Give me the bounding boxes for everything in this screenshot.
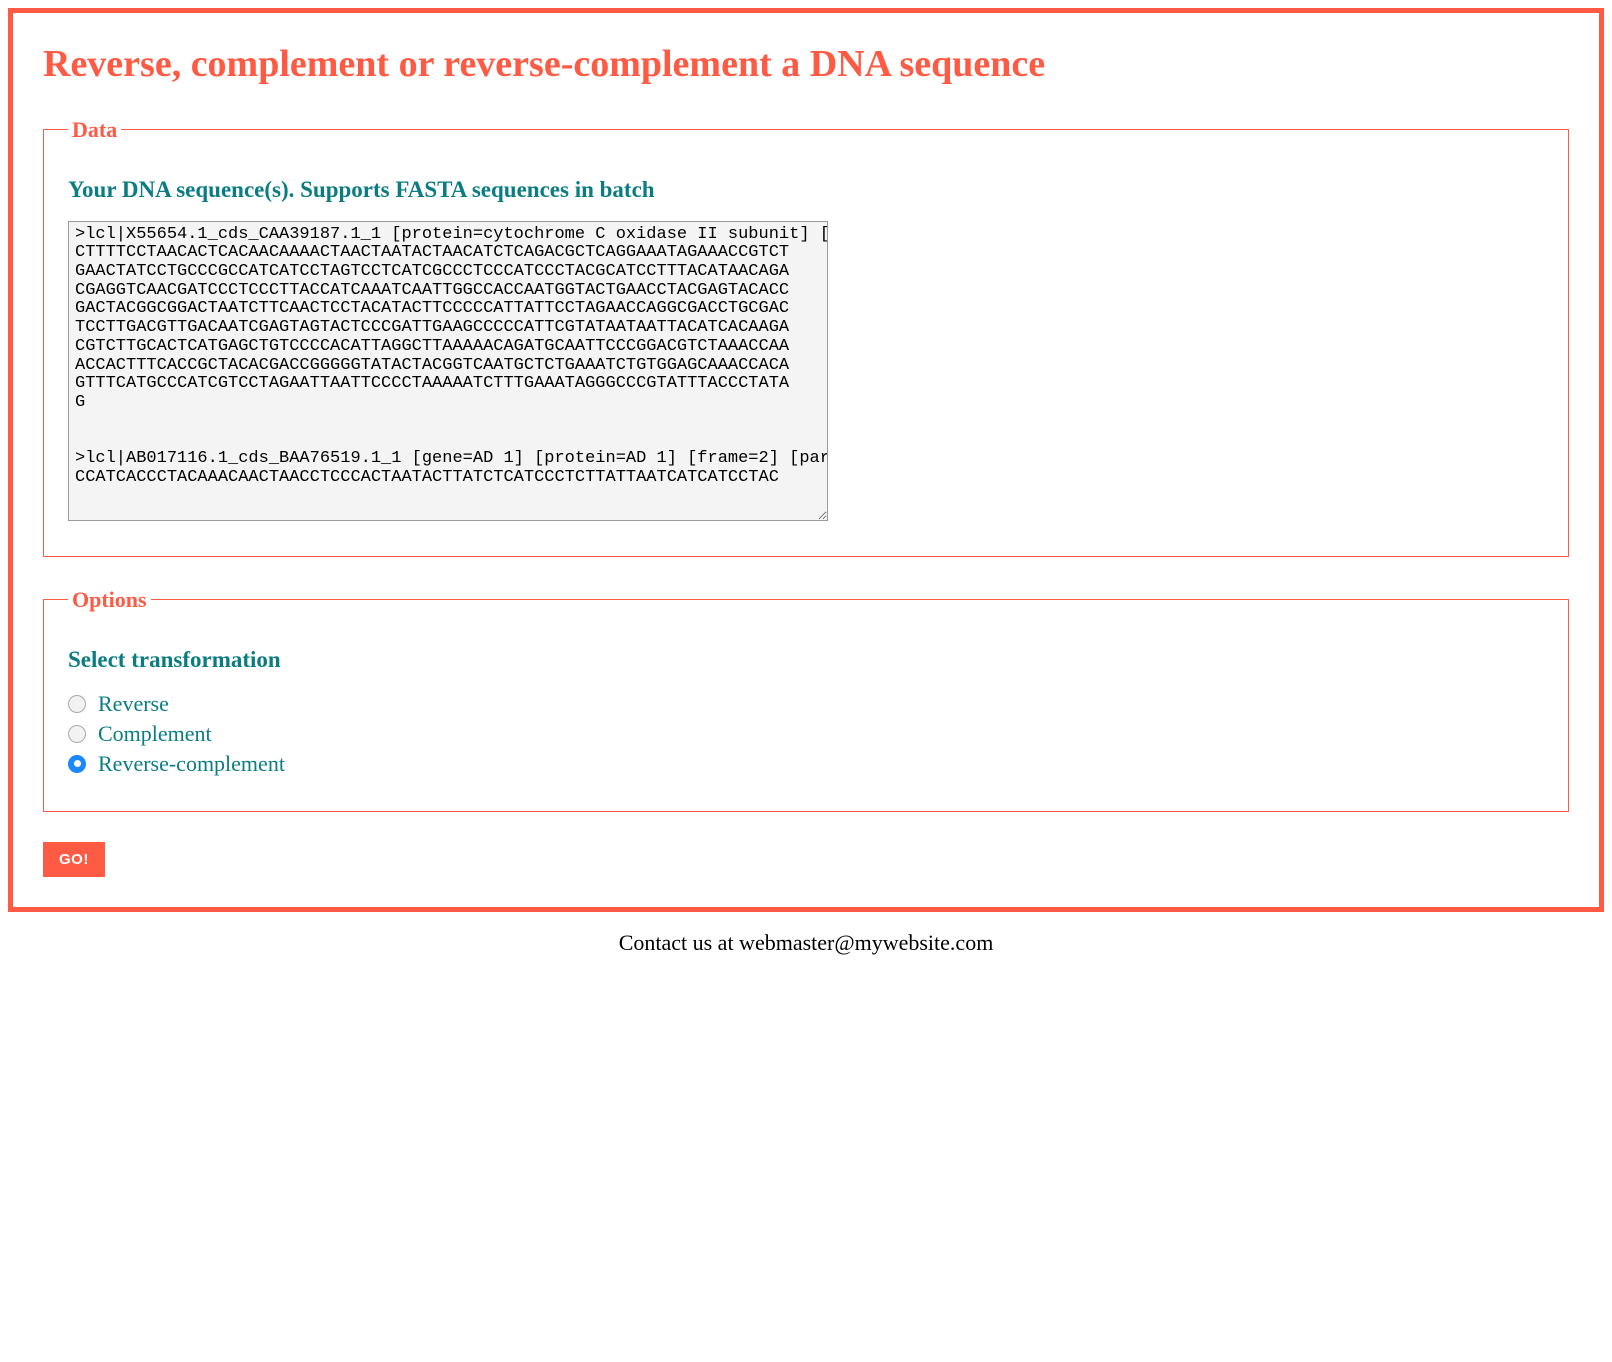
data-heading: Your DNA sequence(s). Supports FASTA seq… [68, 177, 1544, 203]
radio-label: Complement [98, 721, 212, 747]
outer-frame: Reverse, complement or reverse-complemen… [8, 8, 1604, 912]
radio-label: Reverse [98, 691, 169, 717]
options-heading: Select transformation [68, 647, 1544, 673]
options-fieldset: Options Select transformation Reverse Co… [43, 587, 1569, 812]
radio-dot-icon [74, 760, 81, 767]
go-button[interactable]: GO! [43, 842, 105, 877]
data-fieldset: Data Your DNA sequence(s). Supports FAST… [43, 117, 1569, 557]
radio-icon [68, 755, 86, 773]
radio-label: Reverse-complement [98, 751, 285, 777]
data-legend: Data [68, 117, 121, 143]
radio-icon [68, 725, 86, 743]
radio-reverse-complement[interactable]: Reverse-complement [68, 751, 1544, 777]
footer-text: Contact us at webmaster@mywebsite.com [0, 930, 1612, 956]
sequence-textarea[interactable]: >lcl|X55654.1_cds_CAA39187.1_1 [protein=… [68, 221, 828, 521]
options-legend: Options [68, 587, 151, 613]
page-title: Reverse, complement or reverse-complemen… [43, 43, 1569, 87]
radio-reverse[interactable]: Reverse [68, 691, 1544, 717]
radio-list: Reverse Complement Reverse-complement [68, 691, 1544, 777]
radio-complement[interactable]: Complement [68, 721, 1544, 747]
radio-icon [68, 695, 86, 713]
